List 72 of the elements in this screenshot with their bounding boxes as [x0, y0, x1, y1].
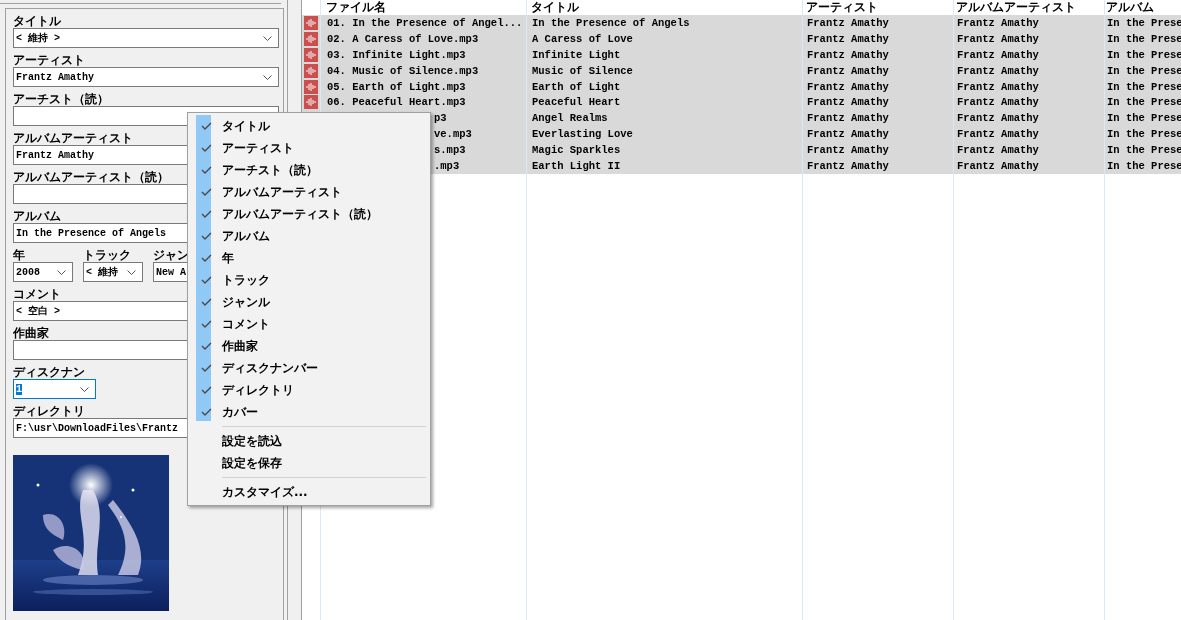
table-cell: Frantz Amathy: [807, 144, 889, 157]
menu-item[interactable]: トラック: [190, 269, 428, 291]
table-cell: .mp3: [434, 160, 460, 172]
field-label: アーチスト（読）: [13, 92, 109, 106]
menu-item[interactable]: 設定を保存: [190, 452, 428, 474]
table-cell: Frantz Amathy: [957, 80, 1039, 93]
table-cell: Frantz Amathy: [807, 160, 889, 172]
table-cell: Music of Silence: [532, 64, 633, 77]
table-cell: 02. A Caress of Love.mp3: [327, 32, 479, 45]
table-cell: Frantz Amathy: [807, 64, 889, 77]
table-cell: Frantz Amathy: [807, 80, 889, 93]
table-cell: 05. Earth of Light.mp3: [327, 80, 466, 93]
column-header[interactable]: アルバムアーティスト: [950, 0, 1100, 15]
table-cell: Infinite Light: [532, 48, 621, 61]
table-cell: Frantz Amathy: [807, 48, 889, 61]
table-cell: Frantz Amathy: [957, 32, 1039, 45]
field-label: コメント: [13, 287, 61, 301]
combo-box[interactable]: < 維持 >: [13, 28, 279, 48]
field-label: アルバム: [13, 209, 61, 223]
table-cell: s.mp3: [434, 144, 466, 157]
table-cell: 06. Peaceful Heart.mp3: [327, 96, 466, 109]
column-header[interactable]: タイトル: [525, 0, 800, 15]
table-cell: Frantz Amathy: [957, 96, 1039, 109]
column-header[interactable]: ファイル名: [320, 0, 525, 15]
menu-item[interactable]: アルバムアーティスト（読）: [190, 203, 428, 225]
column-header[interactable]: アーティスト: [800, 0, 950, 15]
menu-item[interactable]: 作曲家: [190, 335, 428, 357]
table-cell: Frantz Amathy: [957, 112, 1039, 125]
menu-item[interactable]: カスタマイズ...: [190, 481, 428, 503]
menu-item[interactable]: タイトル: [190, 115, 428, 137]
menu-item[interactable]: ディスクナンバー: [190, 357, 428, 379]
table-cell: In the Presence of Angels: [532, 17, 690, 29]
combo-box[interactable]: < 維持: [83, 262, 143, 282]
combo-box[interactable]: Frantz Amathy: [13, 67, 279, 87]
table-cell: Earth of Light: [532, 80, 621, 93]
field-label: ディスクナン: [13, 365, 85, 379]
field-label: タイトル: [13, 14, 61, 28]
table-cell: A Caress of Love: [532, 32, 633, 45]
menu-item[interactable]: 年: [190, 247, 428, 269]
table-cell: Angel Realms: [532, 112, 608, 125]
combo-box[interactable]: 1: [13, 379, 96, 399]
table-cell: Frantz Amathy: [957, 128, 1039, 141]
table-cell: Frantz Amathy: [957, 144, 1039, 157]
field-label: アルバムアーティスト: [13, 131, 133, 145]
menu-item[interactable]: アルバムアーティスト: [190, 181, 428, 203]
field-label: アーティスト: [13, 53, 85, 67]
field-label: ディレクトリ: [13, 404, 85, 418]
table-cell: 04. Music of Silence.mp3: [327, 64, 479, 77]
table-cell: Frantz Amathy: [957, 17, 1039, 29]
table-cell: Frantz Amathy: [957, 48, 1039, 61]
field-label: 作曲家: [13, 326, 49, 340]
table-cell: 03. Infinite Light.mp3: [327, 48, 466, 61]
field-label: 年: [13, 248, 25, 262]
menu-item[interactable]: ディレクトリ: [190, 379, 428, 401]
table-cell: p3: [434, 112, 447, 125]
table-cell: ve.mp3: [434, 128, 472, 141]
table-cell: Frantz Amathy: [807, 17, 889, 29]
combo-box[interactable]: 2008: [13, 262, 73, 282]
table-cell: Peaceful Heart: [532, 96, 621, 109]
field-label: アルバムアーティスト（読）: [13, 170, 169, 184]
table-cell: Earth Light II: [532, 160, 621, 172]
table-cell: Frantz Amathy: [807, 32, 889, 45]
column-header[interactable]: アルバム: [1100, 0, 1181, 15]
table-cell: Frantz Amathy: [807, 112, 889, 125]
table-cell: 01. In the Presence of Angel...: [327, 17, 523, 29]
table-cell: Magic Sparkles: [532, 144, 621, 157]
field-label: トラック: [83, 248, 131, 262]
table-cell: Everlasting Love: [532, 128, 633, 141]
table-cell: Frantz Amathy: [957, 160, 1039, 172]
table-cell: Frantz Amathy: [807, 96, 889, 109]
table-cell: Frantz Amathy: [807, 128, 889, 141]
table-cell: Frantz Amathy: [957, 64, 1039, 77]
